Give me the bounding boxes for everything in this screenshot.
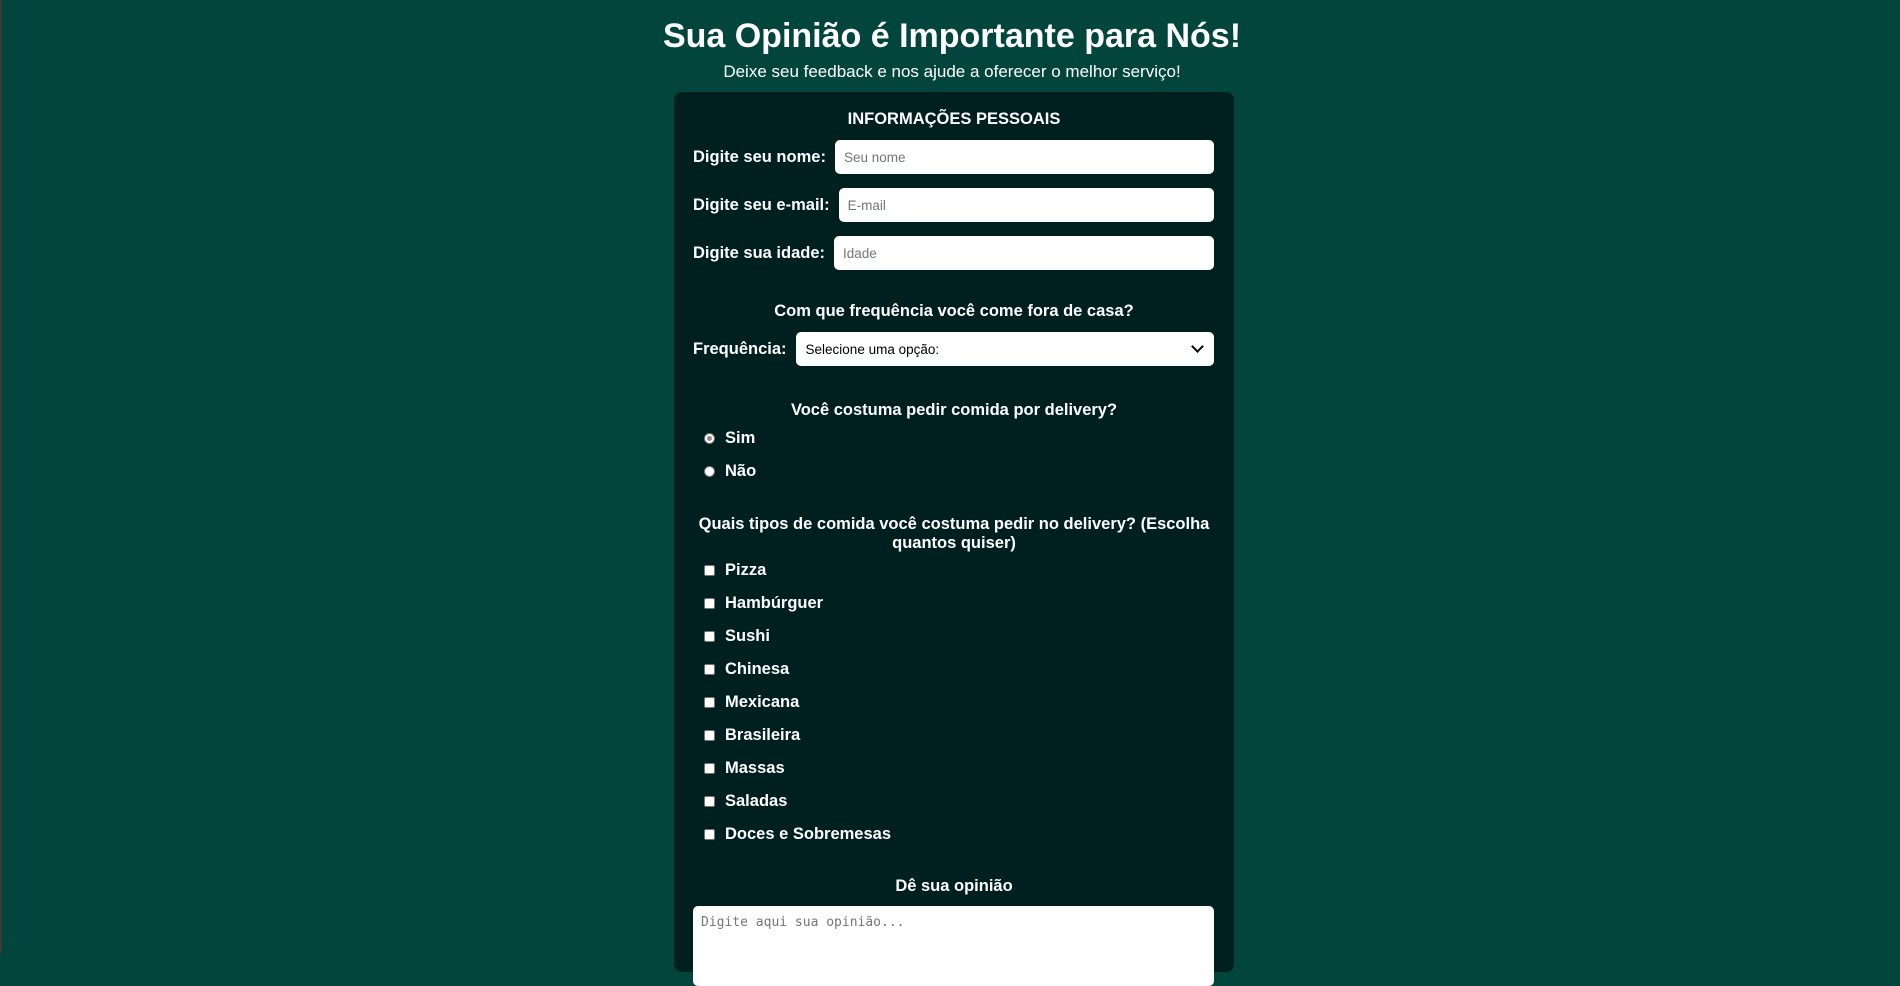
frequency-select[interactable]: Selecione uma opção: — [795, 332, 1214, 366]
frequency-label: Frequência: — [693, 339, 787, 358]
food-option-label: Saladas — [725, 791, 788, 810]
email-row: Digite seu e-mail: — [693, 188, 1214, 222]
food-option-label: Sushi — [725, 626, 770, 645]
delivery-question: Você costuma pedir comida por delivery? — [790, 401, 1118, 419]
frequency-select-value: Selecione uma opção: — [805, 341, 940, 357]
delivery-option-label: Não — [725, 461, 757, 480]
chevron-down-icon — [1191, 340, 1204, 353]
checkbox-brasileira[interactable] — [704, 729, 715, 741]
food-option-brasileira[interactable]: Brasileira — [704, 725, 800, 745]
personal-info-title: INFORMAÇÕES PESSOAIS — [847, 110, 1061, 128]
frequency-question: Com que frequência você come fora de cas… — [774, 302, 1134, 320]
checkbox-doces[interactable] — [704, 828, 715, 840]
delivery-option-label: Sim — [725, 428, 756, 447]
frequency-row: Frequência: Selecione uma opção: — [693, 332, 1214, 366]
checkbox-hamburguer[interactable] — [704, 597, 715, 609]
opinion-placeholder: Digite aqui sua opinião... — [701, 915, 905, 930]
food-types-question: Quais tipos de comida você costuma pedir… — [698, 515, 1210, 552]
food-option-label: Hambúrguer — [725, 593, 824, 612]
delivery-option-sim[interactable]: Sim — [704, 428, 755, 448]
food-option-label: Massas — [725, 758, 785, 777]
checkbox-mexicana[interactable] — [704, 696, 715, 708]
email-label: Digite seu e-mail: — [693, 195, 830, 214]
checkbox-massas[interactable] — [704, 762, 715, 774]
checkbox-saladas[interactable] — [704, 795, 715, 807]
food-option-massas[interactable]: Massas — [704, 758, 785, 778]
food-option-chinesa[interactable]: Chinesa — [704, 659, 789, 679]
age-row: Digite sua idade: — [693, 236, 1214, 270]
food-option-hamburguer[interactable]: Hambúrguer — [704, 593, 823, 613]
food-option-label: Doces e Sobremesas — [725, 824, 892, 843]
page-title: Sua Opinião é Importante para Nós! — [662, 17, 1242, 55]
name-label: Digite seu nome: — [693, 147, 826, 166]
food-option-doces[interactable]: Doces e Sobremesas — [704, 824, 891, 844]
food-option-label: Mexicana — [725, 692, 800, 711]
radio-sim[interactable] — [704, 432, 715, 444]
food-option-pizza[interactable]: Pizza — [704, 560, 766, 580]
age-label: Digite sua idade: — [693, 243, 826, 262]
food-option-mexicana[interactable]: Mexicana — [704, 692, 799, 712]
radio-nao[interactable] — [704, 465, 715, 477]
page-subtitle: Deixe seu feedback e nos ajude a oferece… — [723, 62, 1181, 81]
checkbox-sushi[interactable] — [704, 630, 715, 642]
checkbox-pizza[interactable] — [704, 564, 715, 576]
food-option-label: Pizza — [725, 560, 767, 579]
name-row: Digite seu nome: — [693, 140, 1214, 174]
opinion-textarea[interactable]: Digite aqui sua opinião... — [693, 906, 1214, 986]
email-input[interactable] — [838, 188, 1214, 222]
opinion-title: Dê sua opinião — [895, 877, 1013, 895]
age-input[interactable] — [834, 236, 1214, 270]
food-option-label: Chinesa — [725, 659, 790, 678]
name-input[interactable] — [834, 140, 1214, 174]
food-option-sushi[interactable]: Sushi — [704, 626, 770, 646]
food-option-saladas[interactable]: Saladas — [704, 791, 787, 811]
feedback-form: INFORMAÇÕES PESSOAIS Digite seu nome: Di… — [674, 92, 1234, 986]
checkbox-chinesa[interactable] — [704, 663, 715, 675]
food-option-label: Brasileira — [725, 725, 801, 744]
delivery-option-nao[interactable]: Não — [704, 461, 756, 481]
